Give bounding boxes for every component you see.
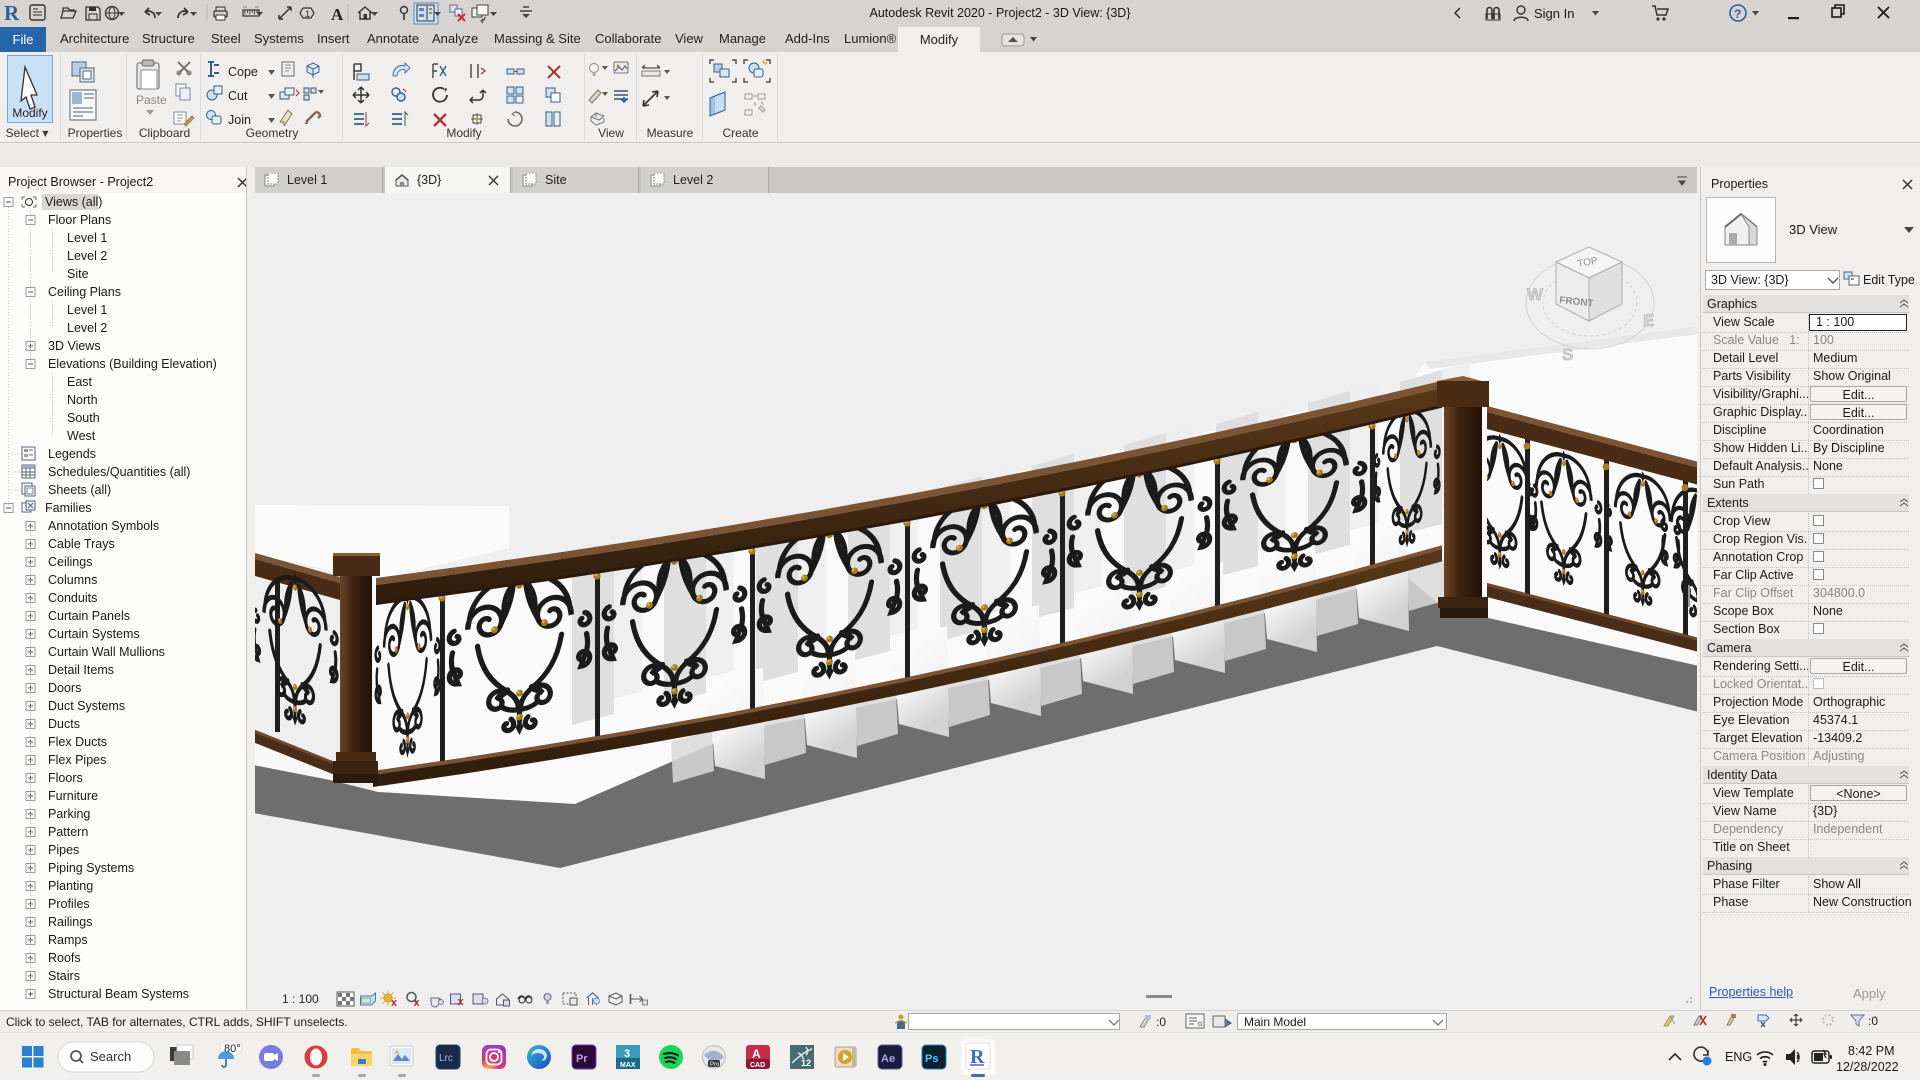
svg-text:MAX: MAX xyxy=(620,1062,636,1069)
svg-text:Ramps: Ramps xyxy=(48,933,88,947)
svg-text:Ceiling Plans: Ceiling Plans xyxy=(48,285,121,299)
svg-text:R: R xyxy=(4,1,20,25)
svg-text:Schedules/Quantities (all): Schedules/Quantities (all) xyxy=(48,465,190,479)
svg-text:Sign In: Sign In xyxy=(1534,6,1574,21)
svg-text::0: :0 xyxy=(1868,1014,1878,1028)
svg-text:Lrc: Lrc xyxy=(439,1053,453,1064)
svg-text:x: x xyxy=(458,996,465,1008)
svg-text:Railings: Railings xyxy=(48,915,92,929)
svg-text:Ps: Ps xyxy=(925,1053,938,1065)
svg-text:Duct Systems: Duct Systems xyxy=(48,699,125,713)
svg-text:Columns: Columns xyxy=(48,573,97,587)
svg-text:Doors: Doors xyxy=(48,681,81,695)
svg-text:Profiles: Profiles xyxy=(48,897,90,911)
svg-text:Level 1: Level 1 xyxy=(67,231,107,245)
svg-text:Views (all): Views (all) xyxy=(45,195,102,209)
svg-text:Sheets (all): Sheets (all) xyxy=(48,483,111,497)
svg-text:E: E xyxy=(1643,311,1654,330)
svg-text:8:42 PM: 8:42 PM xyxy=(1848,1044,1895,1058)
svg-text:Structural Beam Systems: Structural Beam Systems xyxy=(48,987,189,1001)
svg-text:Stairs: Stairs xyxy=(48,969,80,983)
svg-text:3: 3 xyxy=(624,1048,630,1060)
svg-text:Flex Ducts: Flex Ducts xyxy=(48,735,107,749)
svg-text:?: ? xyxy=(1734,7,1741,21)
svg-text:Piping Systems: Piping Systems xyxy=(48,861,134,875)
svg-text:S: S xyxy=(1562,345,1573,364)
svg-text:Furniture: Furniture xyxy=(48,789,98,803)
svg-text:CAD: CAD xyxy=(750,1062,765,1069)
svg-text:Detail Items: Detail Items xyxy=(48,663,114,677)
svg-text:Elevations (Building Elevation: Elevations (Building Elevation) xyxy=(48,357,217,371)
svg-text:Planting: Planting xyxy=(48,879,93,893)
svg-text:Join: Join xyxy=(228,113,251,127)
svg-text:Annotation Symbols: Annotation Symbols xyxy=(48,519,159,533)
svg-text:12/28/2022: 12/28/2022 xyxy=(1836,1060,1899,1074)
svg-text:3D Views: 3D Views xyxy=(48,339,101,353)
svg-text:Pro: Pro xyxy=(710,1062,720,1068)
svg-text:Ducts: Ducts xyxy=(48,717,80,731)
svg-text:Flex Pipes: Flex Pipes xyxy=(48,753,106,767)
svg-text:Legends: Legends xyxy=(48,447,96,461)
svg-text:Families: Families xyxy=(45,501,92,515)
svg-text:Cut: Cut xyxy=(228,89,248,103)
svg-text:West: West xyxy=(67,429,96,443)
svg-text:South: South xyxy=(67,411,100,425)
svg-text:x: x xyxy=(414,997,421,1009)
svg-text:Search: Search xyxy=(90,1049,131,1064)
svg-text:ENG: ENG xyxy=(1725,1050,1752,1064)
svg-text:Pr: Pr xyxy=(576,1053,588,1065)
svg-text:Paste: Paste xyxy=(136,93,167,107)
svg-text:x: x xyxy=(391,997,398,1009)
svg-text:Curtain Panels: Curtain Panels xyxy=(48,609,130,623)
svg-text:Site: Site xyxy=(67,267,89,281)
svg-text:Curtain Systems: Curtain Systems xyxy=(48,627,140,641)
svg-text:Roofs: Roofs xyxy=(48,951,81,965)
svg-text:Conduits: Conduits xyxy=(48,591,97,605)
svg-text:Level 1: Level 1 xyxy=(67,303,107,317)
svg-text:12: 12 xyxy=(801,1058,811,1068)
svg-text:Curtain Wall Mullions: Curtain Wall Mullions xyxy=(48,645,165,659)
svg-text:Parking: Parking xyxy=(48,807,90,821)
svg-text:Floors: Floors xyxy=(48,771,83,785)
svg-text:A: A xyxy=(752,1047,761,1061)
svg-text:Pipes: Pipes xyxy=(48,843,79,857)
svg-text:Cable Trays: Cable Trays xyxy=(48,537,115,551)
svg-text:Level 2: Level 2 xyxy=(67,249,107,263)
svg-text:East: East xyxy=(67,375,93,389)
svg-text:Ae: Ae xyxy=(881,1053,895,1065)
svg-text:Floor Plans: Floor Plans xyxy=(48,213,111,227)
svg-text:W: W xyxy=(1527,285,1544,304)
svg-text:Pattern: Pattern xyxy=(48,825,88,839)
svg-text:Level 2: Level 2 xyxy=(67,321,107,335)
svg-text:North: North xyxy=(67,393,98,407)
svg-text:Cope: Cope xyxy=(228,65,258,79)
svg-text::0: :0 xyxy=(1156,1015,1166,1029)
svg-text:1 : 100: 1 : 100 xyxy=(282,992,319,1006)
svg-text:Ceilings: Ceilings xyxy=(48,555,92,569)
